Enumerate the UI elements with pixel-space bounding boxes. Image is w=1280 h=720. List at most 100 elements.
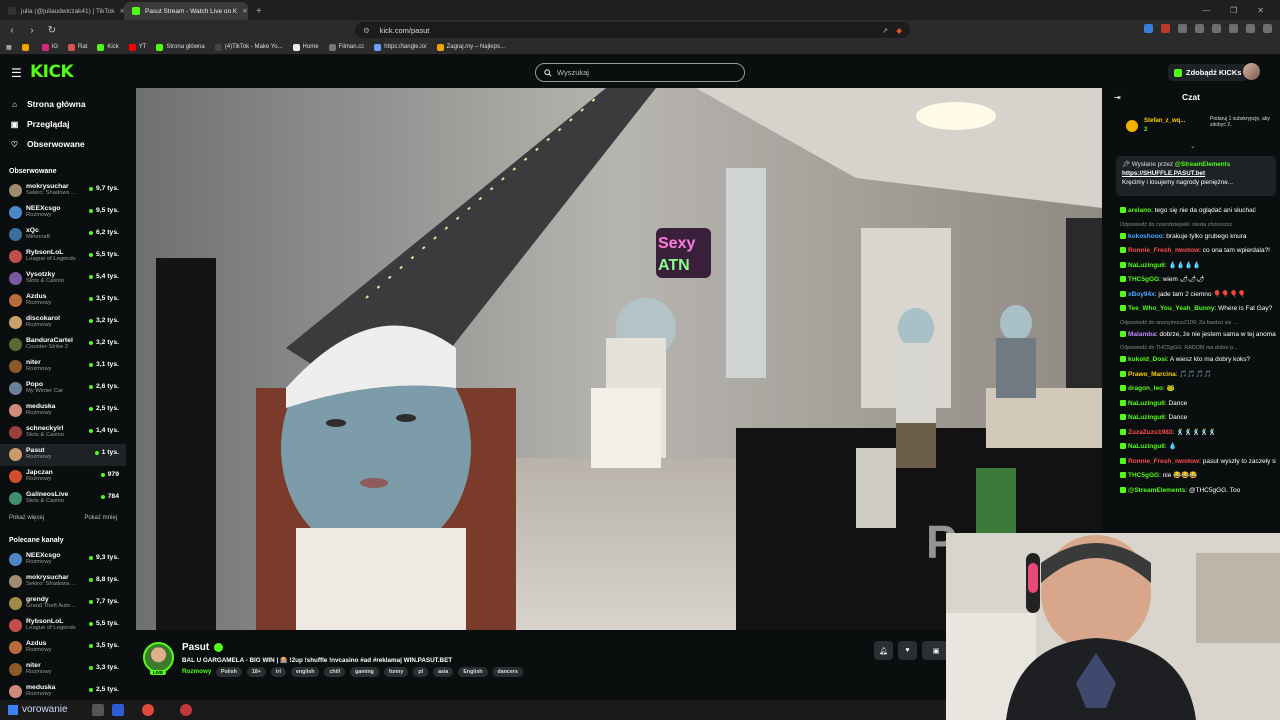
sidebar-channel[interactable]: meduska Rozmowy 2,5 tys.	[0, 681, 126, 700]
sidebar-channel[interactable]: niter Rozmowy 3,3 tys.	[0, 659, 126, 681]
stream-tag[interactable]: pl	[413, 667, 429, 677]
chat-username[interactable]: Prawo_Marcina	[1128, 371, 1176, 378]
sidebar-channel[interactable]: Azdus Rozmowy 3,5 tys.	[0, 290, 126, 312]
pinned-message[interactable]: 📌︎ Wysłane przez @StreamElements https:/…	[1116, 156, 1276, 196]
chat-username[interactable]: Ronnie_Fresh_nwotow	[1128, 247, 1199, 254]
taskbar-search-text[interactable]: vorowanie	[22, 704, 68, 715]
show-more-link[interactable]: Pokaż więcej	[9, 515, 44, 521]
address-bar[interactable]: ⚙ kick.com/pasut ↗ ◆	[355, 22, 910, 38]
close-window-icon[interactable]: ✕	[1257, 6, 1264, 15]
hamburger-menu-icon[interactable]: ☰	[11, 66, 22, 80]
site-info-icon[interactable]: ⚙	[363, 26, 370, 35]
stream-tag[interactable]: irl	[270, 667, 286, 677]
bookmark-item[interactable]: Rat	[68, 43, 87, 51]
sidebar-channel[interactable]: Pasut Rozmowy 1 tys.	[0, 444, 126, 466]
user-avatar[interactable]	[1243, 63, 1260, 80]
brave-shield-icon[interactable]: ◆	[896, 26, 902, 35]
chat-username[interactable]: kokoshooo	[1128, 233, 1163, 240]
sidebar-channel[interactable]: BanduraCartel Counter-Strike 2 3,2 tys.	[0, 334, 126, 356]
bookmark-item[interactable]: Home	[292, 43, 319, 51]
sidebar-channel[interactable]: NEEXcsgo Rozmowy 9,5 tys.	[0, 202, 126, 224]
bookmark-item[interactable]	[21, 43, 32, 51]
stream-tag[interactable]: English	[458, 667, 488, 677]
maximize-icon[interactable]: ❐	[1230, 6, 1237, 15]
extension-icon[interactable]	[1144, 24, 1153, 33]
pinned-link[interactable]: https://SHUFFLE.PASUT.bet	[1122, 170, 1205, 177]
gift-leaderboard[interactable]: Stefan_z_wq... 2 Podaruj 1 subskrypcję, …	[1126, 116, 1274, 138]
bookmark-item[interactable]: https://tangle.io/	[374, 43, 427, 51]
forward-icon[interactable]: ›	[26, 25, 38, 36]
bookmark-item[interactable]: (4)TikTok - Make Yo...	[214, 43, 283, 51]
sidebar-channel[interactable]: Japczan Rozmowy 979	[0, 466, 126, 488]
streamer-name[interactable]: Pasut	[182, 642, 224, 653]
taskbar-app-icon[interactable]	[180, 704, 192, 716]
stream-tag[interactable]: english	[290, 667, 320, 677]
chat-username[interactable]: THC5gGG	[1128, 472, 1159, 479]
taskbar-app-icon[interactable]	[112, 704, 124, 716]
sidebar-channel[interactable]: niter Rozmowy 3,1 tys.	[0, 356, 126, 378]
menu-icon[interactable]	[1263, 24, 1272, 33]
sidebar-channel[interactable]: discokarol Rozmowy 3,2 tys.	[0, 312, 126, 334]
bookmark-item[interactable]: Kick	[97, 43, 119, 51]
sidebar-channel[interactable]: Popo My Winter Car 2,6 tys.	[0, 378, 126, 400]
kick-logo[interactable]: KICK	[30, 62, 74, 82]
get-kicks-button[interactable]: Zdobądź KICKs	[1168, 64, 1248, 81]
music-icon[interactable]	[1229, 24, 1238, 33]
browser-tab[interactable]: julia (@juliaudwiczak41) | TikTok ✕	[0, 2, 124, 20]
chat-username[interactable]: ZuzaZuzu1983	[1128, 429, 1172, 436]
extension-icon[interactable]	[1212, 24, 1221, 33]
chat-username[interactable]: THC5gGG	[1128, 276, 1159, 283]
extension-icon[interactable]	[1161, 24, 1170, 33]
sidebar-channel[interactable]: Vysotzky Slots & Casino 5,4 tys.	[0, 268, 126, 290]
sidebar-channel[interactable]: NEEXcsgo Rozmowy 9,3 tys.	[0, 549, 126, 571]
start-icon[interactable]	[8, 705, 18, 715]
streamer-avatar[interactable]	[143, 642, 174, 673]
chat-username[interactable]: xBoy94x	[1128, 291, 1155, 298]
stream-tag[interactable]: asia	[433, 667, 454, 677]
chat-username[interactable]: NaLuzingu6	[1128, 262, 1165, 269]
sidebar-channel[interactable]: schneckyirl Slots & Casino 1,4 tys.	[0, 422, 126, 444]
chat-username[interactable]: NaLuzingu6	[1128, 400, 1165, 407]
stream-tag[interactable]: funny	[383, 667, 409, 677]
sidebar-channel[interactable]: RybsonLoL League of Legends 5,5 tys.	[0, 246, 126, 268]
chat-username[interactable]: @StreamElements	[1128, 487, 1185, 494]
nav-home[interactable]: ⌂ Strona główna	[0, 94, 126, 114]
sidebar-channel[interactable]: GalineosLive Slots & Casino 784	[0, 488, 126, 510]
new-tab-icon[interactable]: +	[248, 6, 270, 20]
bookmark-item[interactable]: Filman.cc	[328, 43, 364, 51]
search-input[interactable]	[556, 68, 736, 77]
stream-category-link[interactable]: Rozmowy	[182, 668, 211, 675]
stream-tag[interactable]: chill	[324, 667, 346, 677]
taskbar-app-icon[interactable]	[92, 704, 104, 716]
minimize-icon[interactable]: —	[1202, 6, 1210, 15]
stream-tag[interactable]: Polish	[216, 667, 242, 677]
follow-button[interactable]: ♥	[898, 641, 917, 660]
reload-icon[interactable]: ↻	[46, 25, 58, 36]
sidebar-channel[interactable]: meduska Rozmowy 2,5 tys.	[0, 400, 126, 422]
chat-username[interactable]: arelano	[1128, 207, 1151, 214]
close-tab-icon[interactable]: ✕	[242, 7, 247, 15]
wallet-icon[interactable]	[1246, 24, 1255, 33]
search-box[interactable]	[535, 63, 745, 82]
extension-icon[interactable]	[1195, 24, 1204, 33]
chevron-down-icon[interactable]: ⌄	[1190, 142, 1196, 150]
chat-username[interactable]: Malamba	[1128, 331, 1156, 338]
chat-username[interactable]: NaLuzingu6	[1128, 414, 1165, 421]
stream-tag[interactable]: 18+	[246, 667, 266, 677]
sidebar-channel[interactable]: RybsonLoL League of Legends 5,5 tys.	[0, 615, 126, 637]
chat-username[interactable]: kukold_Dosi	[1128, 356, 1167, 363]
extension-icon[interactable]	[1178, 24, 1187, 33]
bookmark-item[interactable]: Zagraj.my – Najleps...	[436, 43, 505, 51]
chat-username[interactable]: NaLuzingu6	[1128, 443, 1165, 450]
sidebar-channel[interactable]: Azdus Rozmowy 3,5 tys.	[0, 637, 126, 659]
chat-username[interactable]: Tee_Who_You_Yeah_Bunny	[1128, 305, 1214, 312]
back-icon[interactable]: ‹	[6, 25, 18, 36]
sidebar-channel[interactable]: xQc Minecraft 6,2 tys.	[0, 224, 126, 246]
browser-tab-active[interactable]: Pasut Stream - Watch Live on K ✕	[124, 2, 248, 20]
show-less-link[interactable]: Pokaż mniej	[84, 515, 117, 521]
notifications-button[interactable]: 🔔︎	[874, 641, 893, 660]
chat-username[interactable]: dragon_leo	[1128, 385, 1163, 392]
sidebar-channel[interactable]: mokrysuchar Sekiro: Shadows ... 8,8 tys.	[0, 571, 126, 593]
stream-tag[interactable]: gaming	[350, 667, 379, 677]
taskbar-app-icon[interactable]	[142, 704, 154, 716]
